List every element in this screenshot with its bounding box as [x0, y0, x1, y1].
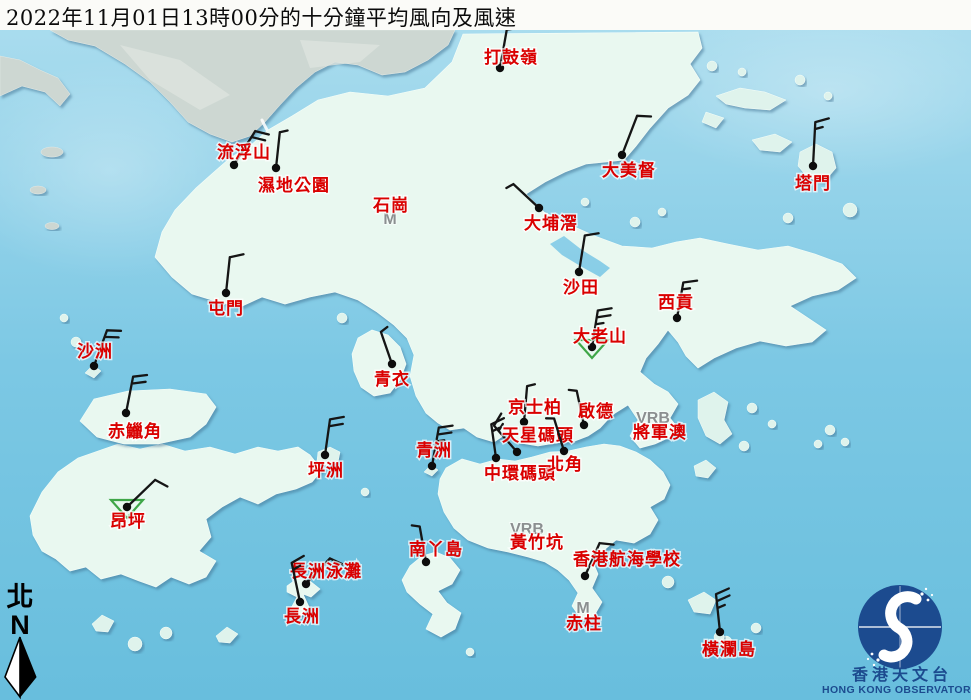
- station-label: 赤鱲角: [108, 421, 162, 442]
- station-dot: [716, 628, 724, 636]
- station-dot: [428, 462, 436, 470]
- station-label: 石崗: [372, 196, 409, 216]
- station-label: 濕地公園: [258, 175, 330, 196]
- station-label: 中環碼頭: [484, 463, 556, 484]
- hko-logo-title-zh: 香港天文台: [852, 665, 952, 684]
- station-label: 沙洲: [77, 342, 113, 362]
- station-label: 沙田: [563, 278, 599, 298]
- station-label: 大美督: [602, 160, 656, 181]
- station-dot: [90, 362, 98, 370]
- station-label: 屯門: [208, 298, 244, 319]
- station-label: 打鼓嶺: [484, 47, 538, 68]
- station-dot: [513, 448, 521, 456]
- station-dot: [809, 162, 817, 170]
- station-dot: [581, 572, 589, 580]
- station-dot: [560, 447, 568, 455]
- station-label: 將軍澳: [633, 422, 687, 443]
- station-label: 青洲: [416, 440, 452, 461]
- map-title: 2022年11月01日13時00分的十分鐘平均風向及風速: [6, 6, 516, 30]
- station-dot: [122, 409, 130, 417]
- station-label: 黃竹坑: [509, 532, 564, 553]
- station-label: 南丫島: [409, 539, 463, 560]
- station-dot: [520, 418, 528, 426]
- station-dot: [388, 360, 396, 368]
- station-label: 啟德: [578, 401, 614, 422]
- station-label: 長洲: [284, 607, 320, 627]
- compass-north-en: N: [10, 610, 30, 640]
- station-label: 北角: [547, 454, 583, 475]
- station-dot: [535, 204, 543, 212]
- station-label: 橫瀾島: [702, 639, 756, 660]
- station-label: 大老山: [573, 326, 627, 347]
- station-dot: [123, 503, 131, 511]
- station-label: 塔門: [795, 173, 831, 194]
- station-label: 天星碼頭: [502, 426, 574, 446]
- station-dot: [492, 454, 500, 462]
- station-label: 流浮山: [217, 142, 271, 163]
- wind-map-screenshot: 2022年11月01日13時00分的十分鐘平均風向及風速: [0, 0, 971, 700]
- station-dot: [575, 268, 583, 276]
- compass-north-zh: 北: [7, 582, 34, 613]
- station-label: 青衣: [374, 369, 410, 390]
- station-dot: [673, 314, 681, 322]
- station-label: 坪洲: [308, 461, 344, 481]
- station-label: 香港航海學校: [573, 549, 681, 570]
- station-label: 西貢: [658, 293, 694, 313]
- station-dot: [580, 421, 588, 429]
- map-title-bar: 2022年11月01日13時00分的十分鐘平均風向及風速: [0, 0, 971, 30]
- station-dot: [618, 151, 626, 159]
- station-dot: [296, 598, 304, 606]
- station-dot: [272, 164, 280, 172]
- station-label: 昂坪: [110, 512, 146, 532]
- station-label: 長洲泳灘: [290, 561, 362, 582]
- station-dot: [321, 451, 329, 459]
- hong-kong-wind-map: 打鼓嶺流浮山濕地公園M石崗大埔滘大美督塔門屯門沙田西貢沙洲大老山青衣京士柏啟德V…: [0, 0, 971, 700]
- station-label: 赤柱: [566, 613, 602, 634]
- station-label: 大埔滘: [524, 213, 578, 234]
- station-dot: [222, 289, 230, 297]
- station-label: 京士柏: [508, 397, 562, 418]
- hko-logo-title-en: HONG KONG OBSERVATORY: [822, 684, 971, 696]
